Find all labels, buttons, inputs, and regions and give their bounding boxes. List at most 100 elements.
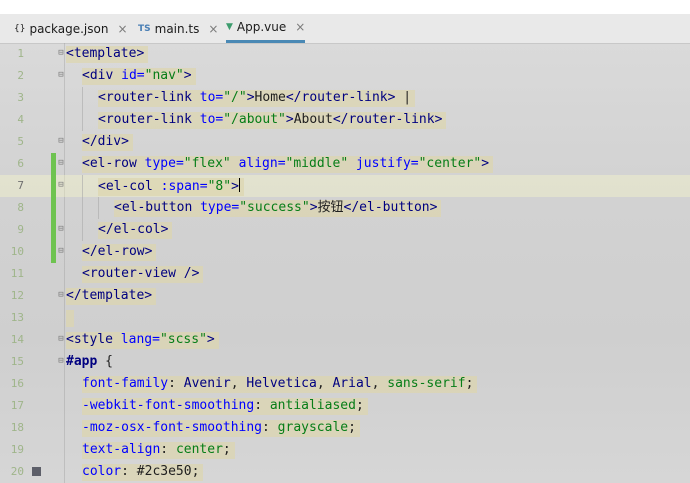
tab-app-vue[interactable]: ▼ App.vue × xyxy=(226,14,306,43)
selector-token: #app xyxy=(66,354,98,369)
fold-icon[interactable]: ⊟ xyxy=(56,158,66,169)
tab-main-ts[interactable]: TS main.ts × xyxy=(138,14,218,43)
tab-package-json[interactable]: {} package.json × xyxy=(14,14,128,43)
attribute-token: type xyxy=(200,200,232,215)
tag-token: </template> xyxy=(66,288,153,303)
code-line[interactable]: 8 <el-button type="success">按钮</el-butto… xyxy=(0,197,690,219)
line-number: 13 xyxy=(10,311,24,324)
line-number: 20 xyxy=(10,465,24,478)
fold-end-icon[interactable]: ⊟ xyxy=(56,246,66,257)
code-line[interactable]: 2 ⊟ <div id="nav"> xyxy=(0,65,690,87)
code-line[interactable]: 18 -moz-osx-font-smoothing: grayscale; xyxy=(0,417,690,439)
attribute-token: lang xyxy=(120,332,153,347)
code-line[interactable]: 19 text-align: center; xyxy=(0,439,690,461)
fold-end-icon[interactable]: ⊟ xyxy=(56,224,66,235)
close-icon[interactable]: × xyxy=(295,20,305,34)
tag-token: <el-row xyxy=(82,156,145,171)
code-line-current[interactable]: 7 ⊟ <el-col :span="8"> xyxy=(0,175,690,197)
fold-end-icon[interactable]: ⊟ xyxy=(56,290,66,301)
code-text: -webkit-font-smoothing: antialiased; xyxy=(82,398,368,415)
line-number: 18 xyxy=(10,421,24,434)
code-line[interactable]: 3 <router-link to="/">Home</router-link>… xyxy=(0,87,690,109)
tab-label: main.ts xyxy=(154,21,200,36)
code-line[interactable]: 12 ⊟ </template> xyxy=(0,285,690,307)
fold-icon[interactable]: ⊟ xyxy=(56,48,66,59)
code-line[interactable]: 9 ⊟ </el-col> xyxy=(0,219,690,241)
tag-token: > xyxy=(206,332,215,347)
code-line[interactable]: 16 font-family: Avenir, Helvetica, Arial… xyxy=(0,373,690,395)
code-line[interactable]: 14 ⊟ <style lang="scss"> xyxy=(0,329,690,351)
vue-file-icon: ▼ xyxy=(226,22,233,32)
attribute-token: :span xyxy=(160,179,200,194)
code-line[interactable]: 1 ⊟ <template> xyxy=(0,43,690,65)
line-number: 1 xyxy=(17,47,24,60)
code-text: text-align: center; xyxy=(82,442,235,459)
fold-icon[interactable]: ⊟ xyxy=(56,180,66,191)
value-token: Avenir xyxy=(183,376,231,391)
close-icon[interactable]: × xyxy=(208,22,218,36)
tag-token: </router-link> xyxy=(332,112,443,127)
vcs-added-marker[interactable] xyxy=(51,197,56,219)
code-line[interactable]: 13 xyxy=(0,307,690,329)
value-token: sans-serif xyxy=(387,376,466,391)
fold-icon[interactable]: ⊟ xyxy=(56,70,66,81)
indent-guide xyxy=(82,87,83,109)
tab-label: package.json xyxy=(29,21,109,36)
line-number: 17 xyxy=(10,399,24,412)
code-text-empty xyxy=(66,310,74,327)
fold-icon[interactable]: ⊟ xyxy=(56,356,66,367)
equals-token: = xyxy=(277,156,286,171)
code-text: <el-col :span="8"> xyxy=(98,178,244,196)
equals-token: = xyxy=(175,156,184,171)
code-line[interactable]: 5 ⊟ </div> xyxy=(0,131,690,153)
code-line[interactable]: 11 <router-view /> xyxy=(0,263,690,285)
text-token: 按钮 xyxy=(317,200,344,215)
line-number: 11 xyxy=(10,267,24,280)
code-line[interactable]: 4 <router-link to="/about">About</router… xyxy=(0,109,690,131)
attribute-token: type xyxy=(144,156,176,171)
code-line[interactable]: 10 ⊟ </el-row> xyxy=(0,241,690,263)
code-text: <el-row type="flex" align="middle" justi… xyxy=(82,156,494,173)
tag-token: <el-col xyxy=(98,179,161,194)
fold-end-icon[interactable]: ⊟ xyxy=(56,136,66,147)
json-file-icon: {} xyxy=(14,23,26,34)
tag-token: <div xyxy=(82,68,122,83)
text-caret xyxy=(238,178,240,192)
code-text: </el-col> xyxy=(98,222,173,239)
string-token: "nav" xyxy=(144,68,184,83)
line-number: 10 xyxy=(10,245,24,258)
property-token: -webkit-font-smoothing xyxy=(82,398,255,413)
typescript-file-icon: TS xyxy=(138,23,151,34)
line-number: 3 xyxy=(17,91,24,104)
fold-icon[interactable]: ⊟ xyxy=(56,334,66,345)
attribute-token: to xyxy=(199,112,216,127)
tag-token: </el-row> xyxy=(82,244,153,259)
code-text: </template> xyxy=(66,288,157,305)
code-line[interactable]: 15 ⊟ #app { xyxy=(0,351,690,373)
value-token: Arial xyxy=(332,376,372,391)
string-token: "center" xyxy=(418,156,482,171)
semicolon-token: ; xyxy=(222,442,231,457)
tag-token: </router-link> xyxy=(285,90,396,105)
property-token: color xyxy=(82,464,122,479)
semicolon-token: ; xyxy=(465,376,474,391)
code-text: <template> xyxy=(66,46,149,63)
close-icon[interactable]: × xyxy=(117,22,127,36)
string-token: "8" xyxy=(207,179,232,194)
color-swatch-icon[interactable] xyxy=(32,467,41,476)
attribute-token: to xyxy=(199,90,216,105)
value-token: antialiased xyxy=(269,398,356,413)
editor-tab-bar: {} package.json × TS main.ts × ▼ App.vue… xyxy=(0,14,690,44)
tag-token: <router-link xyxy=(98,112,200,127)
string-token: "flex" xyxy=(183,156,231,171)
indent-guide xyxy=(98,197,99,219)
code-text: <el-button type="success">按钮</el-button> xyxy=(114,200,442,217)
code-text: <router-view /> xyxy=(82,266,204,283)
tag-token: </el-col> xyxy=(98,222,169,237)
code-line[interactable]: 6 ⊟ <el-row type="flex" align="middle" j… xyxy=(0,153,690,175)
line-number: 14 xyxy=(10,333,24,346)
comma-token: , xyxy=(230,376,247,391)
code-text: <div id="nav"> xyxy=(82,68,196,85)
code-line[interactable]: 20 color: #2c3e50; xyxy=(0,461,690,483)
code-line[interactable]: 17 -webkit-font-smoothing: antialiased; xyxy=(0,395,690,417)
